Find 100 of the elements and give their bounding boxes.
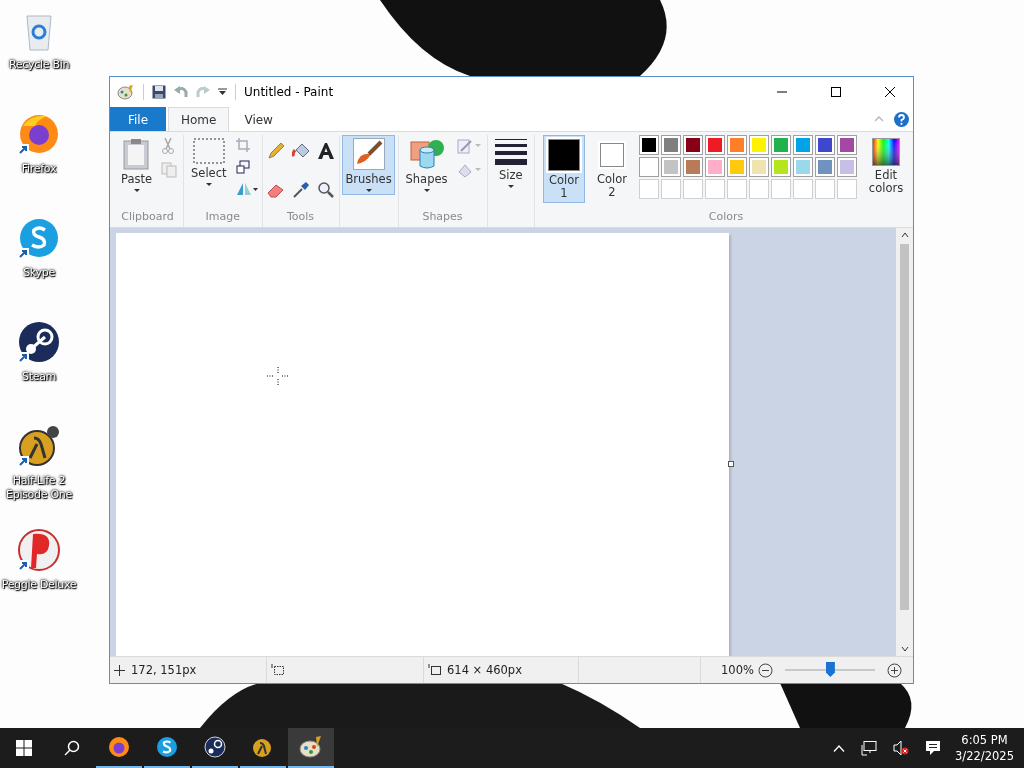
- zoom-level: 100%: [721, 663, 754, 677]
- save-icon[interactable]: [152, 85, 166, 99]
- palette-swatch[interactable]: [661, 135, 681, 155]
- clock-time[interactable]: 6:05 PM: [961, 732, 1008, 748]
- speaker-muted-icon[interactable]: [893, 740, 910, 756]
- palette-swatch[interactable]: [683, 157, 703, 177]
- text-tool-icon[interactable]: [316, 142, 335, 160]
- ribbon-tab[interactable]: File: [110, 107, 166, 131]
- empty-swatch[interactable]: [639, 179, 659, 199]
- desktop-icon-label[interactable]: Peggle Deluxe: [1, 578, 77, 592]
- empty-swatch[interactable]: [727, 179, 747, 199]
- desktop-icon-label[interactable]: Skype: [23, 266, 55, 280]
- caret-icon: [507, 185, 514, 188]
- brushes-button[interactable]: Brushes: [342, 135, 395, 195]
- network-icon[interactable]: [861, 740, 878, 756]
- palette-swatch[interactable]: [815, 135, 835, 155]
- palette-swatch[interactable]: [705, 157, 725, 177]
- empty-swatch[interactable]: [705, 179, 725, 199]
- caret-icon: [205, 183, 212, 186]
- size-button[interactable]: Size: [491, 135, 530, 191]
- help-icon[interactable]: [894, 111, 909, 127]
- app-shortcut-icon[interactable]: [17, 320, 61, 364]
- scrollbar-thumb[interactable]: [900, 244, 909, 610]
- selection-size-icon: [271, 664, 284, 676]
- app-icon: [107, 735, 131, 759]
- close-icon: [885, 87, 895, 97]
- pencil-icon[interactable]: [266, 142, 285, 160]
- palette-swatch[interactable]: [683, 135, 703, 155]
- resize-handle[interactable]: [728, 461, 734, 467]
- palette-swatch[interactable]: [661, 157, 681, 177]
- palette-swatch[interactable]: [639, 135, 659, 155]
- empty-swatch[interactable]: [837, 179, 857, 199]
- ribbon-tab[interactable]: View: [231, 107, 286, 131]
- crosshair-cursor-icon: [267, 367, 289, 385]
- minus-icon: [757, 662, 773, 678]
- palette-swatch[interactable]: [639, 157, 659, 177]
- group-label: Shapes: [422, 209, 463, 225]
- palette-swatch[interactable]: [793, 157, 813, 177]
- clock-date[interactable]: 3/22/2025: [955, 748, 1014, 764]
- palette-swatch[interactable]: [837, 135, 857, 155]
- select-button[interactable]: Select: [188, 135, 230, 189]
- empty-swatch[interactable]: [793, 179, 813, 199]
- cursor-position-icon: [114, 664, 125, 676]
- palette-swatch[interactable]: [705, 135, 725, 155]
- dropdown-icon[interactable]: [218, 88, 227, 96]
- ribbon-tab[interactable]: Home: [168, 107, 230, 131]
- cursor-position: 172, 151px: [131, 663, 197, 677]
- taskbar-app-button[interactable]: [288, 728, 334, 768]
- zoom-out-button[interactable]: [757, 662, 773, 678]
- palette-swatch[interactable]: [727, 135, 747, 155]
- paste-button[interactable]: Paste: [118, 135, 156, 195]
- outline-icon[interactable]: [456, 138, 483, 154]
- color-spectrum-icon: [872, 138, 900, 166]
- shapes-icon: [409, 138, 444, 170]
- rotate-icon[interactable]: [235, 182, 258, 196]
- maximize-icon: [831, 87, 841, 97]
- empty-swatch[interactable]: [749, 179, 769, 199]
- resize-icon[interactable]: [235, 160, 250, 174]
- palette-swatch[interactable]: [837, 157, 857, 177]
- color-picker-icon[interactable]: [291, 181, 310, 199]
- app-shortcut-icon[interactable]: [17, 424, 61, 468]
- color-slot-button[interactable]: Color 1: [543, 135, 585, 203]
- canvas-size: 614 × 460px: [447, 663, 522, 677]
- palette-swatch[interactable]: [727, 157, 747, 177]
- slider-thumb[interactable]: [825, 662, 835, 677]
- empty-swatch[interactable]: [815, 179, 835, 199]
- vertical-scrollbar[interactable]: [896, 228, 913, 656]
- scroll-down-icon[interactable]: [900, 646, 909, 652]
- magnifier-icon[interactable]: [316, 181, 335, 199]
- group-label: Colors: [708, 209, 744, 225]
- palette-icon: [117, 84, 135, 100]
- fill-bucket-icon[interactable]: [291, 142, 310, 160]
- color-slot-button[interactable]: Color 2: [591, 135, 633, 202]
- zoom-slider[interactable]: [784, 662, 875, 678]
- edit-colors-button[interactable]: Edit colors: [863, 135, 909, 198]
- empty-swatch[interactable]: [683, 179, 703, 199]
- app-shortcut-icon[interactable]: [17, 112, 61, 156]
- app-icon: [299, 735, 323, 759]
- desktop-icon-label[interactable]: Recycle Bin: [8, 58, 70, 72]
- empty-swatch[interactable]: [771, 179, 791, 199]
- undo-icon[interactable]: [174, 85, 188, 99]
- palette-swatch[interactable]: [749, 157, 769, 177]
- scroll-up-icon[interactable]: [900, 232, 909, 238]
- caret-icon: [365, 189, 372, 192]
- palette-swatch[interactable]: [815, 157, 835, 177]
- notifications-icon[interactable]: [925, 740, 942, 756]
- shapes-button[interactable]: Shapes: [402, 135, 451, 195]
- scissors-icon[interactable]: [161, 138, 176, 154]
- desktop-icon-label[interactable]: Firefox: [21, 162, 57, 176]
- group-label: Image: [205, 209, 240, 225]
- show-hidden-icons-icon[interactable]: [833, 744, 846, 752]
- empty-swatch[interactable]: [661, 179, 681, 199]
- palette-swatch[interactable]: [771, 157, 791, 177]
- palette-swatch[interactable]: [749, 135, 769, 155]
- palette-swatch[interactable]: [793, 135, 813, 155]
- zoom-in-button[interactable]: [886, 662, 902, 678]
- desktop-icon-label[interactable]: Steam: [22, 370, 56, 384]
- palette-swatch[interactable]: [771, 135, 791, 155]
- desktop-icon-label[interactable]: Half-Life 2 Episode One: [0, 474, 81, 502]
- app-icon: [155, 735, 179, 759]
